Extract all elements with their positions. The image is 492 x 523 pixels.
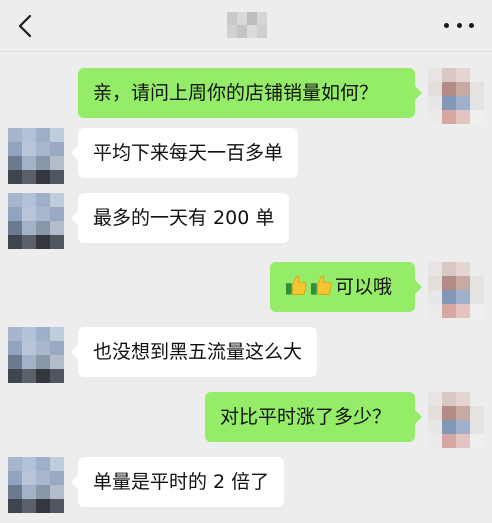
contact-avatar[interactable]: [8, 193, 64, 249]
message-row: 单量是平时的 2 倍了: [0, 457, 492, 513]
message-row: 最多的一天有 200 单: [0, 193, 492, 249]
message-text: 对比平时涨了多少？: [220, 406, 392, 428]
thumbs-up-icon: [285, 275, 307, 295]
message-text: 亲，请问上周你的店铺销量如何？: [93, 82, 379, 104]
more-options-button[interactable]: [444, 14, 474, 36]
message-row: 对比平时涨了多少？: [0, 392, 492, 448]
contact-avatar[interactable]: [8, 457, 64, 513]
more-dots-icon: [444, 22, 449, 28]
contact-avatar[interactable]: [8, 327, 64, 383]
chat-header: [0, 0, 492, 52]
message-text: 可以哦: [335, 276, 393, 298]
back-button[interactable]: [14, 12, 36, 40]
message-bubble-incoming[interactable]: 最多的一天有 200 单: [70, 193, 290, 243]
message-row: 也没想到黑五流量这么大: [0, 327, 492, 383]
message-row: 亲，请问上周你的店铺销量如何？: [0, 68, 492, 124]
thumbs-up-icon: [310, 275, 332, 295]
message-text: 最多的一天有 200 单: [93, 207, 275, 229]
message-bubble-incoming[interactable]: 也没想到黑五流量这么大: [70, 327, 318, 377]
message-bubble-incoming[interactable]: 单量是平时的 2 倍了: [70, 457, 285, 507]
my-avatar[interactable]: [428, 392, 484, 448]
contact-avatar[interactable]: [8, 128, 64, 184]
message-text: 平均下来每天一百多单: [93, 142, 284, 164]
message-bubble-outgoing[interactable]: 可以哦: [270, 262, 422, 312]
message-bubble-outgoing[interactable]: 对比平时涨了多少？: [205, 392, 422, 442]
contact-name-blurred: [227, 12, 267, 38]
message-bubble-outgoing[interactable]: 亲，请问上周你的店铺销量如何？: [78, 68, 422, 118]
chevron-left-icon: [18, 14, 32, 38]
my-avatar[interactable]: [428, 68, 484, 124]
message-bubble-incoming[interactable]: 平均下来每天一百多单: [70, 128, 299, 178]
message-text: 也没想到黑五流量这么大: [93, 341, 303, 363]
message-row: 平均下来每天一百多单: [0, 128, 492, 184]
message-row: 可以哦: [0, 262, 492, 318]
message-text: 单量是平时的 2 倍了: [93, 471, 270, 493]
my-avatar[interactable]: [428, 262, 484, 318]
